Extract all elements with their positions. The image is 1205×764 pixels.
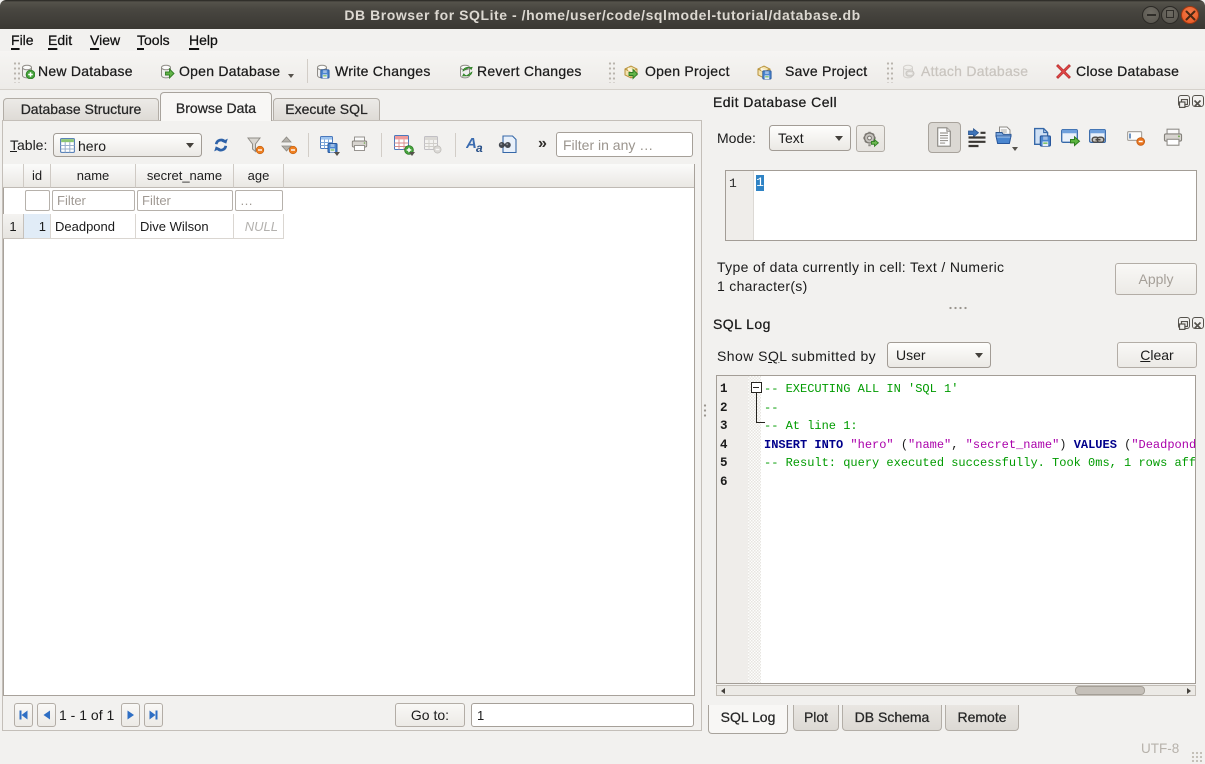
svg-text:a: a	[476, 141, 483, 154]
